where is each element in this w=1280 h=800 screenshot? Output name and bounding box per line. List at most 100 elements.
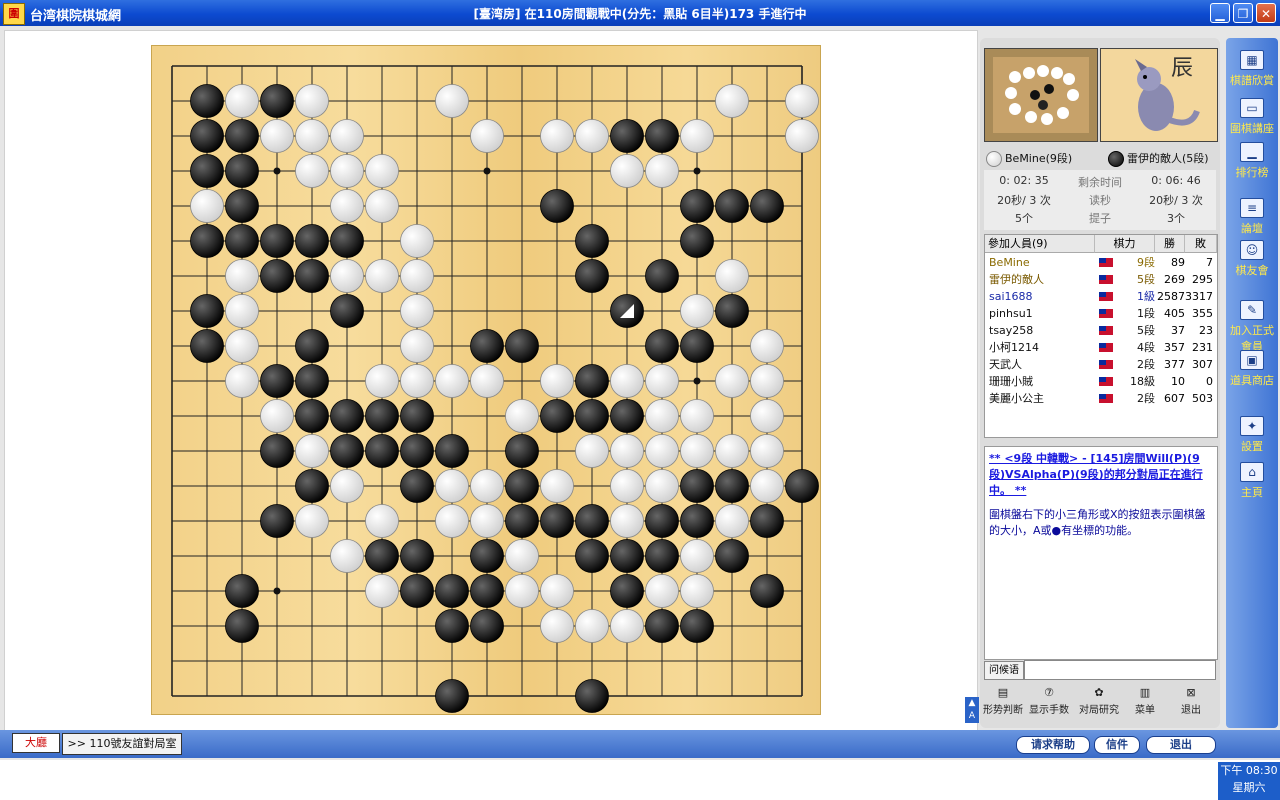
participant-row[interactable]: 雷伊的敵人 5段 269 295 [985, 271, 1217, 288]
flag-icon [1099, 275, 1113, 284]
participant-row[interactable]: pinhsu1 1段 405 355 [985, 305, 1217, 322]
black-time: 0: 06: 46 [1151, 174, 1201, 187]
go-board[interactable] [151, 45, 821, 715]
tool-label: 对局研究 [1079, 705, 1119, 716]
participant-name: 珊珊小賊 [989, 375, 1033, 388]
participant-wins: 607 [1164, 392, 1185, 405]
go-lecture-button[interactable]: ▭ 圍棋講座 [1226, 98, 1278, 136]
participant-row[interactable]: 天武人 2段 377 307 [985, 356, 1217, 373]
dragon-avatar: 辰 [1100, 48, 1218, 142]
maximize-button[interactable]: ❐ [1233, 3, 1253, 23]
study-button[interactable]: ✿ 对局研究 [1078, 686, 1120, 718]
news-headline-link[interactable]: ** <9段 中韓戰> - [145]房間Will(P)(9段)VSAlpha(… [989, 451, 1213, 499]
greeting-button[interactable]: 问候语 [984, 661, 1024, 680]
minimize-button[interactable]: ▁ [1210, 3, 1230, 23]
black-stone [260, 259, 294, 293]
white-stone [645, 469, 679, 503]
white-stone [505, 399, 539, 433]
coordinate-toggle[interactable]: ▲ A [965, 697, 979, 723]
clock-day: 星期六 [1232, 781, 1266, 794]
time-label: 剩余时间 [1078, 176, 1122, 189]
black-stone [295, 469, 329, 503]
black-stone [505, 329, 539, 363]
black-stone [225, 609, 259, 643]
menu-icon: ✦ [1240, 416, 1264, 436]
participant-rank: 5段 [1137, 273, 1155, 286]
participant-wins: 37 [1171, 324, 1185, 337]
white-stone [435, 469, 469, 503]
losses-header[interactable]: 敗 [1185, 235, 1217, 253]
white-stone [750, 364, 784, 398]
white-stone [505, 574, 539, 608]
black-stone [645, 504, 679, 538]
participant-losses: 355 [1192, 307, 1213, 320]
participant-row[interactable]: 小柯1214 4段 357 231 [985, 339, 1217, 356]
black-stone [715, 189, 749, 223]
menu-button[interactable]: ▥ 菜单 [1124, 686, 1166, 718]
triangle-up-icon[interactable]: ▲ [969, 698, 976, 708]
close-button[interactable]: ✕ [1256, 3, 1276, 23]
white-stone [575, 434, 609, 468]
participant-wins: 89 [1171, 256, 1185, 269]
white-stone [365, 259, 399, 293]
white-stone [680, 294, 714, 328]
rank-header[interactable]: 棋力 [1095, 235, 1155, 253]
white-player-name: BeMine(9段) [1005, 152, 1073, 165]
club-button[interactable]: ☺ 棋友會 [1226, 240, 1278, 278]
participant-rank: 4段 [1137, 341, 1155, 354]
quit-button[interactable]: ⊠ 退出 [1170, 686, 1212, 718]
forum-button[interactable]: ≡ 論壇 [1226, 198, 1278, 236]
black-stone [295, 329, 329, 363]
chat-input[interactable] [1024, 660, 1216, 680]
black-stone [645, 609, 679, 643]
tool-label: 退出 [1181, 705, 1201, 716]
system-clock[interactable]: 下午 08:30 星期六 [1218, 762, 1280, 800]
menu-icon: ✎ [1240, 300, 1264, 320]
go-board-grid[interactable] [152, 46, 820, 714]
participant-losses: 23 [1199, 324, 1213, 337]
white-stone [435, 364, 469, 398]
settings-button[interactable]: ✦ 設置 [1226, 416, 1278, 454]
black-stone [225, 119, 259, 153]
taskbar [0, 760, 1280, 800]
black-byoyomi: 20秒/ 3 次 [1149, 194, 1203, 207]
participant-row[interactable]: sai1688 1級 2587 3317 [985, 288, 1217, 305]
menu-icon: ▣ [1240, 350, 1264, 370]
mail-button[interactable]: 信件 [1094, 736, 1140, 754]
exit-button[interactable]: 退出 [1146, 736, 1216, 754]
participant-row[interactable]: tsay258 5段 37 23 [985, 322, 1217, 339]
tab-room[interactable]: >> 110號友誼對局室 [62, 733, 182, 755]
white-stone [225, 259, 259, 293]
show-moves-button[interactable]: ⑦ 显示手数 [1028, 686, 1070, 718]
black-stone [435, 679, 469, 713]
white-stone [715, 504, 749, 538]
white-stone [330, 119, 364, 153]
ranking-button[interactable]: ▁ 排行榜 [1226, 142, 1278, 180]
homepage-button[interactable]: ⌂ 主頁 [1226, 462, 1278, 500]
coordinate-a-icon[interactable]: A [969, 711, 975, 721]
black-stone [750, 504, 784, 538]
white-stone [365, 189, 399, 223]
wins-header[interactable]: 勝 [1155, 235, 1185, 253]
black-stone [190, 154, 224, 188]
tab-lobby[interactable]: 大廳 [12, 733, 60, 753]
help-button[interactable]: 请求帮助 [1016, 736, 1090, 754]
participant-row[interactable]: BeMine 9段 89 7 [985, 254, 1217, 271]
participant-losses: 503 [1192, 392, 1213, 405]
participant-losses: 0 [1206, 375, 1213, 388]
participants-header[interactable]: 參加人員(9) [985, 235, 1095, 253]
judge-position-button[interactable]: ▤ 形势判断 [982, 686, 1024, 718]
black-player: 雷伊的敵人(5段) [1108, 150, 1209, 167]
item-shop-button[interactable]: ▣ 道具商店 [1226, 350, 1278, 388]
white-stone [470, 504, 504, 538]
black-stone [295, 399, 329, 433]
game-records-button[interactable]: ▦ 棋譜欣賞 [1226, 50, 1278, 88]
join-member-button[interactable]: ✎ 加入正式會員 [1226, 300, 1278, 354]
black-stone [295, 224, 329, 258]
white-stone [400, 224, 434, 258]
black-captures: 3个 [1167, 212, 1185, 225]
black-stone [680, 504, 714, 538]
participant-row[interactable]: 珊珊小賊 18級 10 0 [985, 373, 1217, 390]
participant-row[interactable]: 美麗小公主 2段 607 503 [985, 390, 1217, 407]
participant-wins: 405 [1164, 307, 1185, 320]
